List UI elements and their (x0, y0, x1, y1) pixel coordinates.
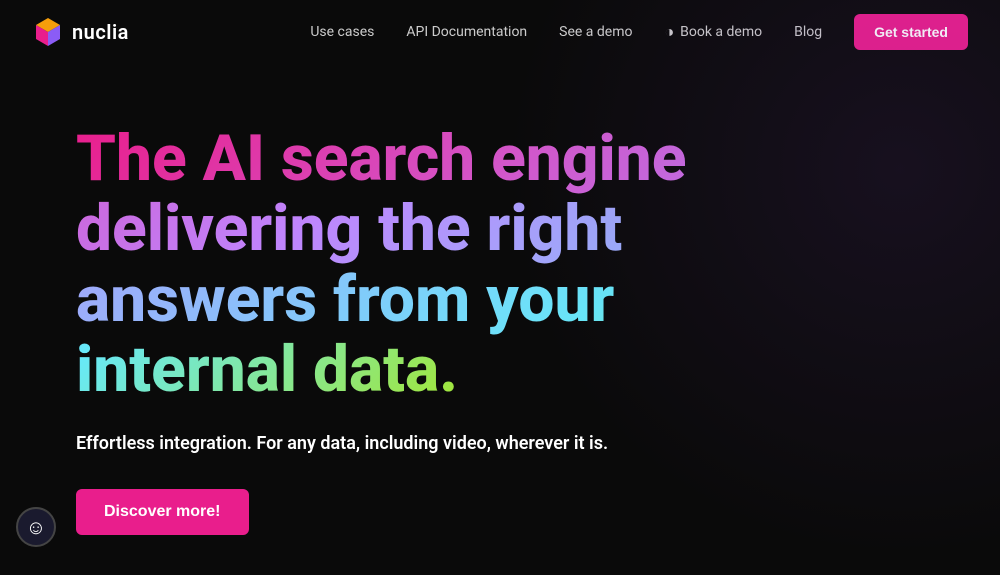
logo-icon (32, 16, 64, 48)
hero-heading: The AI search engine delivering the righ… (76, 124, 724, 406)
nav-see-demo[interactable]: See a demo (559, 24, 632, 40)
nav-links: Use cases API Documentation See a demo ◑… (310, 14, 968, 50)
nav-blog[interactable]: Blog (794, 24, 822, 40)
navbar: nuclia Use cases API Documentation See a… (0, 0, 1000, 64)
get-started-button[interactable]: Get started (854, 14, 968, 50)
nav-use-cases[interactable]: Use cases (310, 24, 374, 40)
logo-name: nuclia (72, 20, 129, 44)
nav-book-demo[interactable]: ◑ Book a demo (664, 22, 762, 42)
nav-api-docs[interactable]: API Documentation (406, 24, 527, 40)
chat-widget-icon: ☺ (26, 515, 46, 540)
hero-section: The AI search engine delivering the righ… (0, 64, 800, 575)
discover-more-button[interactable]: Discover more! (76, 489, 249, 535)
logo[interactable]: nuclia (32, 16, 129, 48)
book-demo-icon: ◑ (664, 22, 674, 42)
hero-heading-text: The AI search engine delivering the righ… (76, 121, 686, 407)
hero-subtext: Effortless integration. For any data, in… (76, 430, 724, 457)
book-demo-label: Book a demo (680, 24, 762, 40)
chat-widget-button[interactable]: ☺ (16, 507, 56, 547)
